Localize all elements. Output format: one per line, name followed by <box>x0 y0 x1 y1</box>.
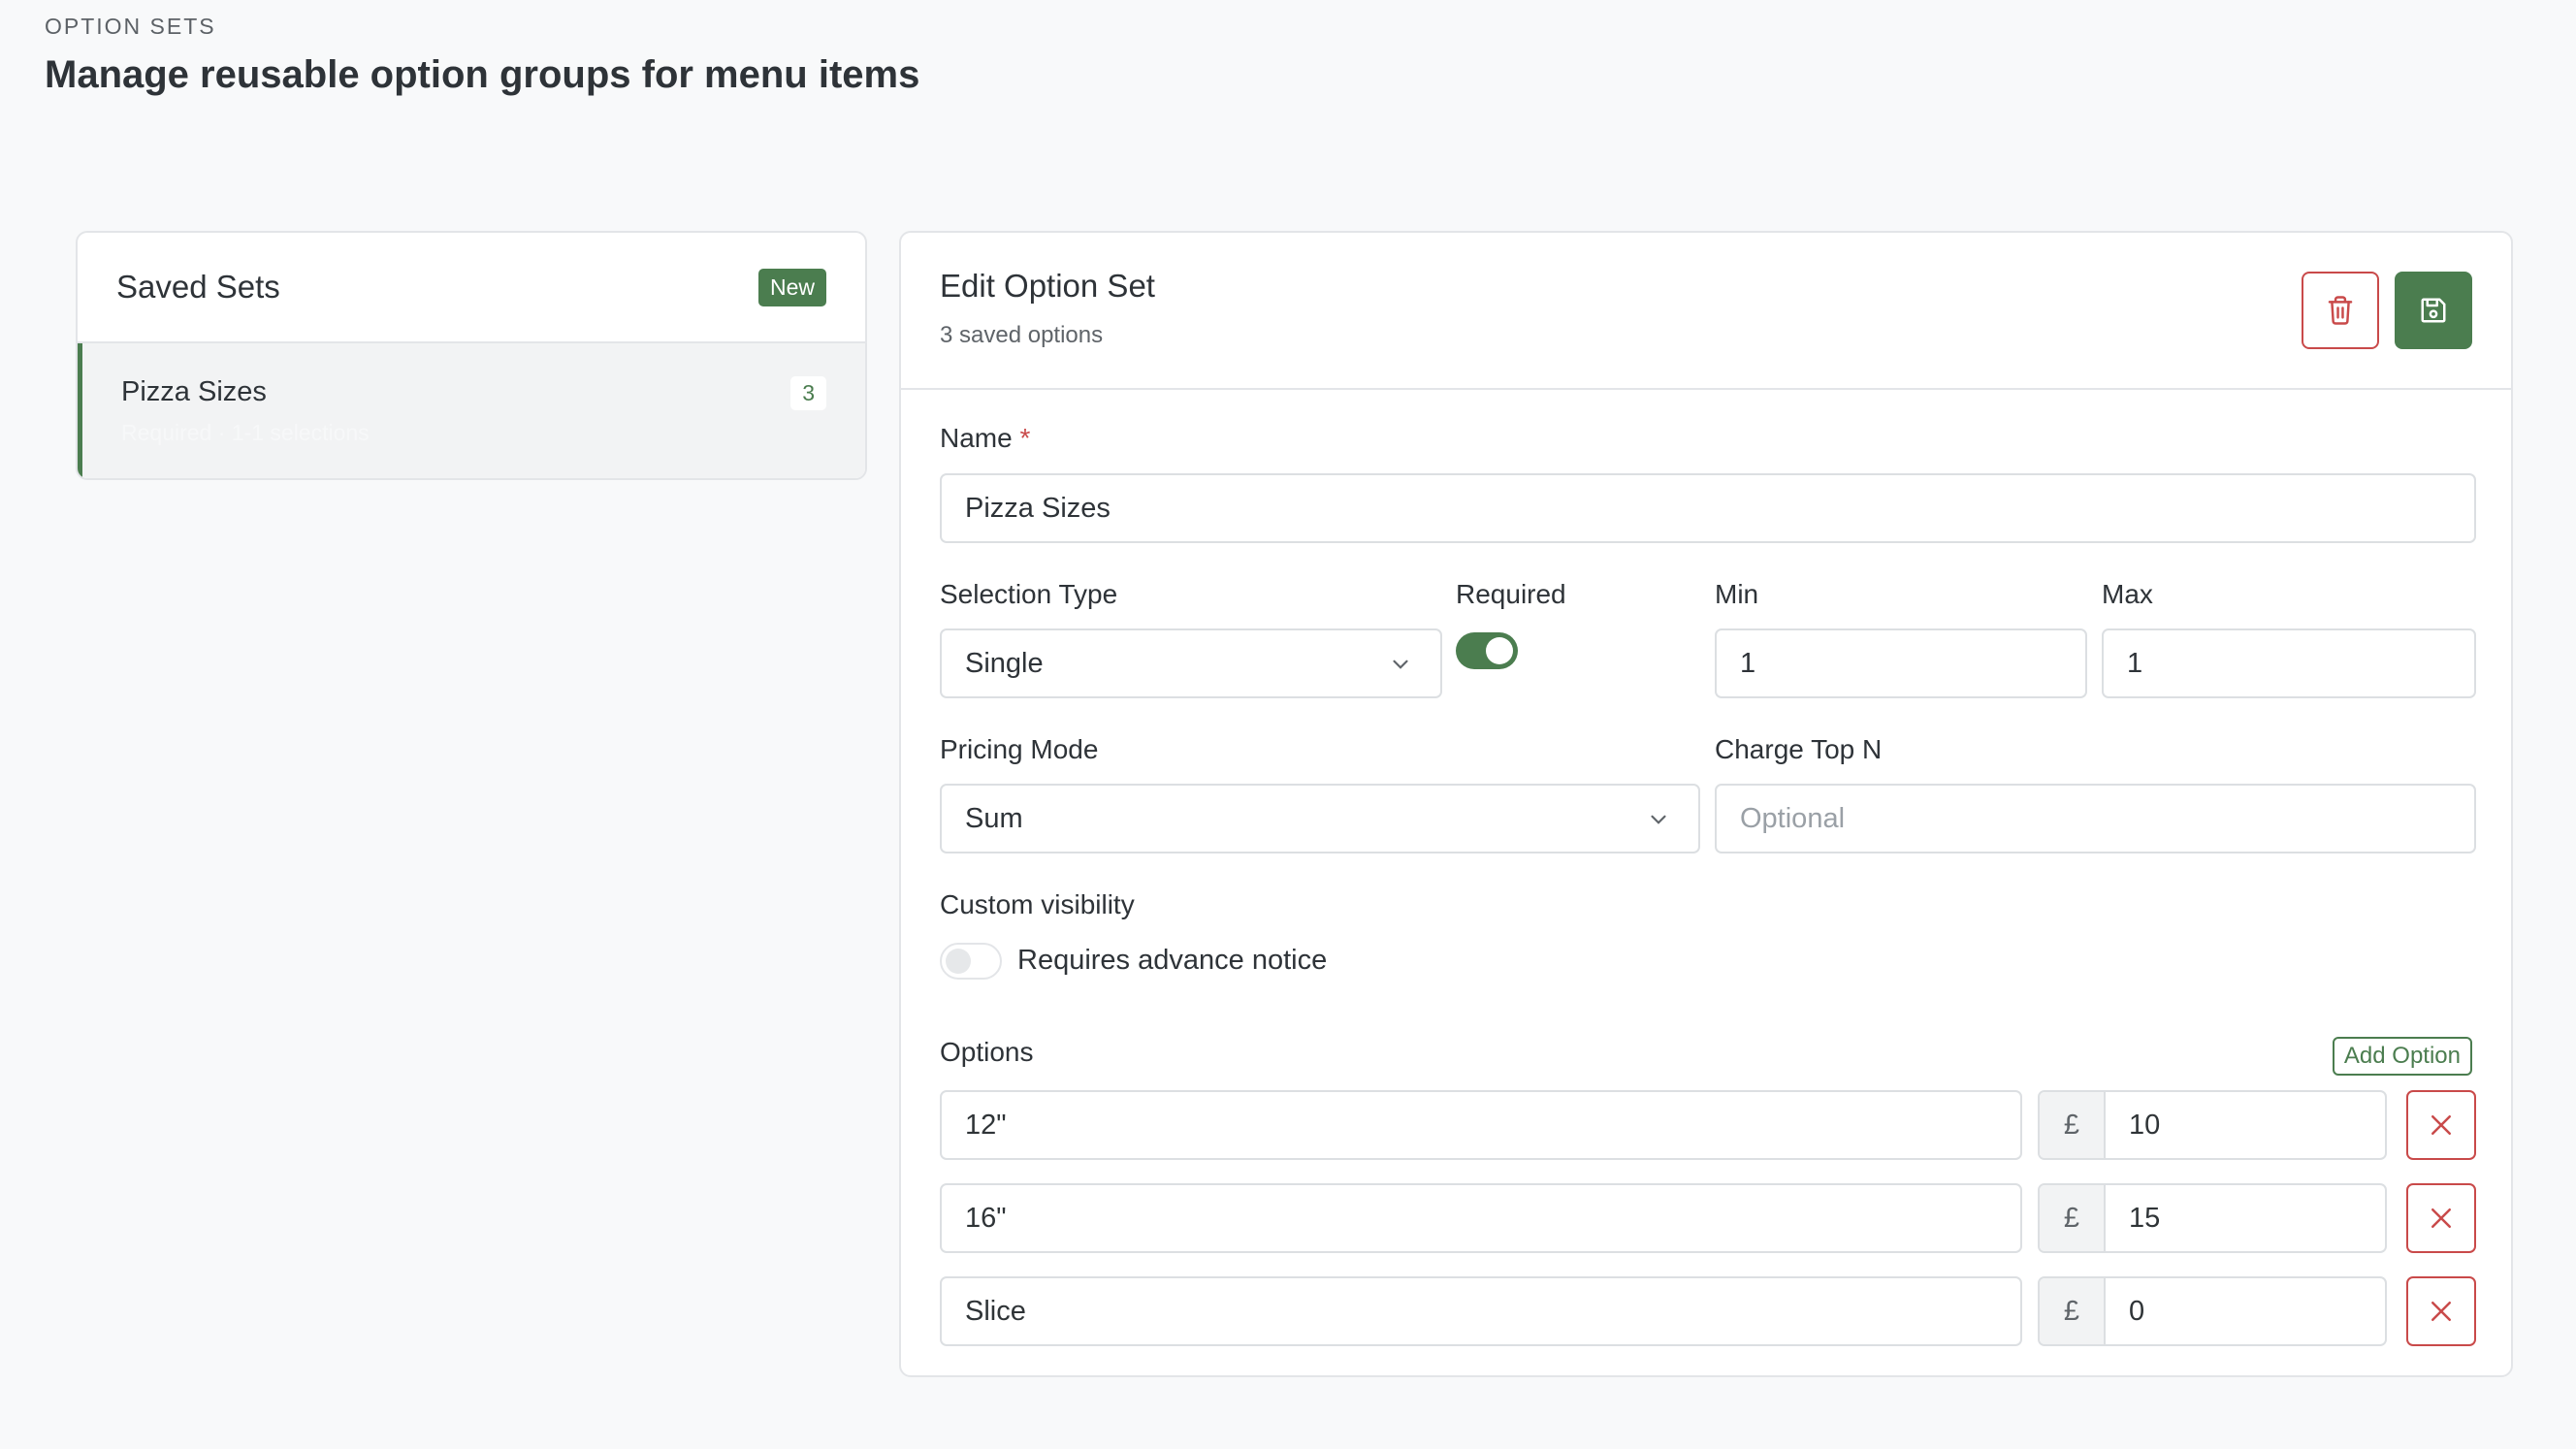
saved-sets-panel: Saved Sets New Pizza Sizes 3 Required · … <box>76 231 867 480</box>
name-label: Name * <box>940 423 1030 454</box>
close-icon <box>2431 1302 2451 1321</box>
max-label: Max <box>2102 579 2153 609</box>
options-label: Options <box>940 1037 1034 1067</box>
option-price-input[interactable]: £ 15 <box>2038 1183 2387 1253</box>
page-eyebrow: OPTION SETS <box>45 14 216 39</box>
currency-symbol: £ <box>2040 1185 2106 1251</box>
delete-button[interactable] <box>2302 272 2379 349</box>
advance-notice-label: Requires advance notice <box>1017 945 1328 976</box>
chevron-down-icon <box>1651 815 1666 824</box>
remove-option-button[interactable] <box>2406 1183 2476 1253</box>
selection-type-value: Single <box>965 647 1044 679</box>
option-price-value: 0 <box>2129 1295 2145 1327</box>
saved-sets-header: Saved Sets New <box>78 233 865 343</box>
option-name-value: Slice <box>965 1295 1026 1327</box>
edit-option-set-panel: Edit Option Set 3 saved options Name * P… <box>899 231 2513 1377</box>
pricing-mode-value: Sum <box>965 802 1023 834</box>
option-price-input[interactable]: £ 10 <box>2038 1090 2387 1160</box>
option-price-value: 15 <box>2129 1202 2161 1234</box>
max-input[interactable]: 1 <box>2102 628 2476 698</box>
name-label-text: Name <box>940 423 1013 453</box>
charge-top-n-label: Charge Top N <box>1715 734 1883 764</box>
option-name-value: 16" <box>965 1202 1007 1234</box>
custom-visibility-label: Custom visibility <box>940 889 1135 919</box>
editor-header: Edit Option Set 3 saved options <box>901 233 2511 390</box>
option-name-input[interactable]: 12" <box>940 1090 2022 1160</box>
name-input[interactable]: Pizza Sizes <box>940 473 2476 543</box>
min-input[interactable]: 1 <box>1715 628 2087 698</box>
max-input-value: 1 <box>2127 647 2143 679</box>
add-option-button[interactable]: Add Option <box>2332 1037 2472 1076</box>
save-icon <box>2421 298 2446 323</box>
remove-option-button[interactable] <box>2406 1276 2476 1346</box>
option-row: 12" £ 10 <box>940 1090 2476 1160</box>
selection-type-select[interactable]: Single <box>940 628 1442 698</box>
editor-title: Edit Option Set <box>940 268 1155 304</box>
option-row: Slice £ 0 <box>940 1276 2476 1346</box>
required-asterisk: * <box>1019 423 1031 453</box>
pricing-mode-label: Pricing Mode <box>940 734 1099 764</box>
advance-notice-toggle[interactable] <box>940 943 1002 980</box>
option-name-input[interactable]: Slice <box>940 1276 2022 1346</box>
option-name-value: 12" <box>965 1109 1007 1141</box>
chevron-down-icon <box>1393 660 1408 669</box>
close-icon <box>2431 1115 2451 1135</box>
charge-top-n-input[interactable]: Optional <box>1715 784 2476 853</box>
charge-top-n-placeholder: Optional <box>1740 802 1846 834</box>
option-name-input[interactable]: 16" <box>940 1183 2022 1253</box>
selection-type-label: Selection Type <box>940 579 1118 609</box>
saved-set-count-badge: 3 <box>790 376 826 410</box>
currency-symbol: £ <box>2040 1278 2106 1344</box>
remove-option-button[interactable] <box>2406 1090 2476 1160</box>
option-row: 16" £ 15 <box>940 1183 2476 1253</box>
currency-symbol: £ <box>2040 1092 2106 1158</box>
required-label: Required <box>1456 579 1566 609</box>
option-price-input[interactable]: £ 0 <box>2038 1276 2387 1346</box>
saved-set-name: Pizza Sizes <box>121 376 267 407</box>
saved-set-subtitle: Required · 1-1 selections <box>121 420 370 445</box>
option-price-value: 10 <box>2129 1109 2161 1141</box>
trash-icon <box>2328 296 2353 325</box>
saved-sets-title: Saved Sets <box>116 269 280 305</box>
min-input-value: 1 <box>1740 647 1756 679</box>
page-header: OPTION SETS Manage reusable option group… <box>45 14 919 97</box>
editor-subtitle: 3 saved options <box>940 322 1104 348</box>
save-button[interactable] <box>2395 272 2472 349</box>
name-input-value: Pizza Sizes <box>965 492 1111 524</box>
new-set-button[interactable]: New <box>757 268 826 306</box>
required-toggle[interactable] <box>1456 632 1518 669</box>
saved-set-item[interactable]: Pizza Sizes 3 Required · 1-1 selections <box>78 343 865 478</box>
min-label: Min <box>1715 579 1759 609</box>
pricing-mode-select[interactable]: Sum <box>940 784 1700 853</box>
close-icon <box>2431 1208 2451 1228</box>
page-title: Manage reusable option groups for menu i… <box>45 53 920 96</box>
